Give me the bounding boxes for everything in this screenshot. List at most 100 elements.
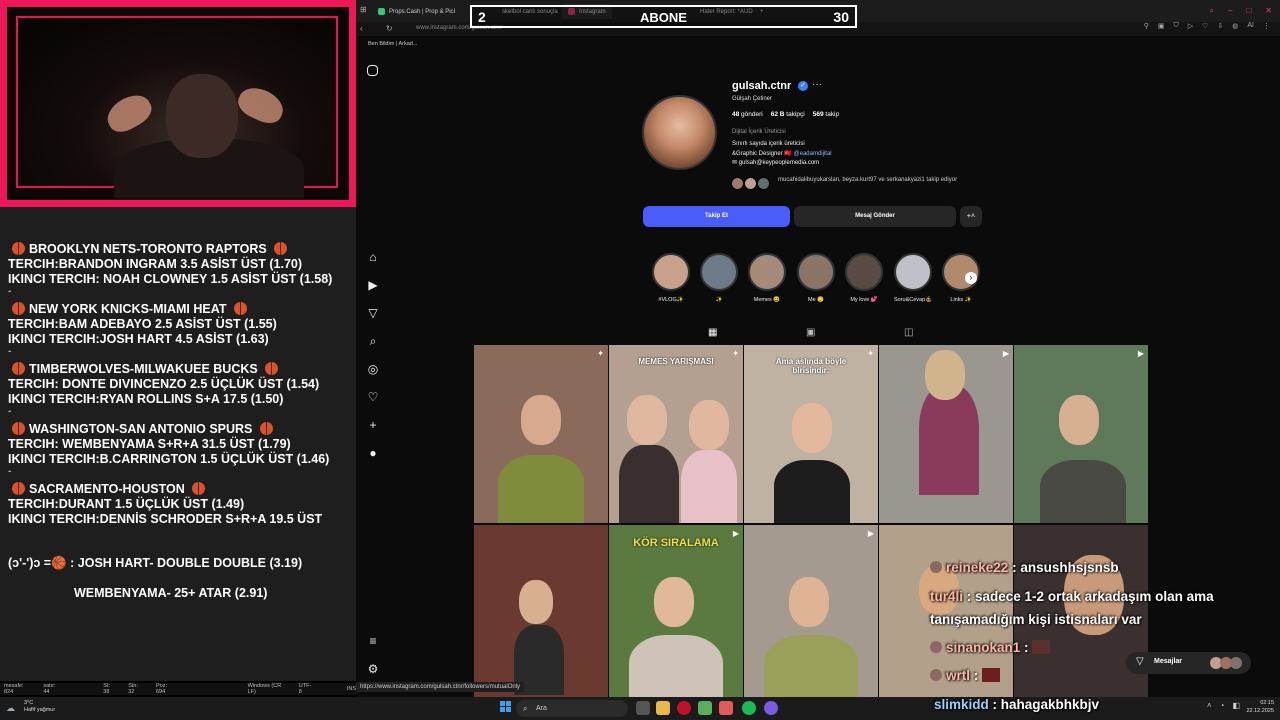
separator-dash: - (8, 286, 12, 297)
posts-count: 48 gönderi (732, 111, 763, 118)
post-thumbnail[interactable]: ✦ (474, 345, 608, 523)
tab-list-icon[interactable]: ⊞ (360, 5, 367, 14)
tray-chevron-icon[interactable]: ˄ (1207, 701, 1212, 710)
screenshot-icon[interactable]: ▣ (1158, 22, 1165, 30)
chat-message: wrtl : (930, 668, 1001, 683)
more-options-icon[interactable]: ··· (812, 79, 822, 90)
more-menu-icon[interactable]: ≡ (366, 634, 380, 648)
app-icon[interactable] (764, 701, 778, 715)
maximize-icon[interactable]: □ (1246, 6, 1251, 16)
play-icon[interactable]: ▷ (1188, 22, 1193, 30)
notifications-icon[interactable]: ♡ (366, 390, 380, 404)
network-icon[interactable]: ◔ (1220, 701, 1225, 710)
status-link-preview: https://www.instagram.com/gulsah.ctnr/fo… (356, 682, 525, 692)
bio-line: &Graphic Designer 🇹🇷 @eadamdijital (732, 151, 832, 157)
webcam-frame (0, 0, 356, 207)
post-figure (619, 445, 679, 523)
extension-icon[interactable]: ⚲ (1144, 22, 1149, 30)
pick-block: WASHINGTON-SAN ANTONIO SPURS TERCIH: WEM… (8, 422, 329, 477)
minimize-icon[interactable]: – (1228, 6, 1232, 16)
post-figure (789, 577, 829, 627)
highlight-item[interactable]: #VLOG✨ (651, 253, 691, 303)
notepad-icon[interactable] (698, 701, 712, 715)
ai-icon[interactable]: AI (1247, 22, 1254, 30)
post-thumbnail[interactable]: MEMES YARIŞMASI ✦ (609, 345, 743, 523)
weather-widget[interactable]: 3°C Hafif yağmur (24, 700, 55, 714)
file-explorer-icon[interactable] (656, 701, 670, 715)
followed-by-text[interactable]: mucahidalibuyukarslan, beyza.kurt97 ve s… (778, 176, 978, 184)
menu-icon[interactable]: ⋮ (1263, 22, 1270, 30)
close-icon[interactable]: ✕ (1265, 6, 1272, 16)
tagged-tab-icon[interactable]: ◫ (904, 327, 913, 338)
pinned-icon: ✦ (597, 349, 604, 358)
follow-button[interactable]: Takip Et (643, 206, 790, 227)
suggest-user-button[interactable]: +˄ (960, 206, 982, 227)
post-thumbnail[interactable]: ▶ (1014, 345, 1148, 523)
next-arrow-icon[interactable]: › (965, 272, 977, 284)
pick-line: TERCIH:BRANDON INGRAM 3.5 ASİST ÜST (1.7… (8, 257, 303, 271)
windows-start-icon[interactable] (500, 701, 512, 713)
threads-icon[interactable]: ⚙ (366, 662, 380, 676)
app-icon[interactable] (719, 701, 733, 715)
highlight-item[interactable]: Me 😌 (796, 253, 836, 303)
post-thumbnail[interactable]: Ama aslında böyle birisindir: ✦ (744, 345, 878, 523)
post-thumbnail[interactable]: ▶ (744, 525, 878, 703)
taskbar-search[interactable]: ⌕ Ara (516, 700, 628, 717)
direct-icon[interactable]: ▽ (366, 306, 380, 320)
editor-statusbar: mesafe: 824 satır: 44 St: 38 Stn: 32 Poz… (0, 683, 356, 695)
pick-line: TERCIH: DONTE DIVINCENZO 2.5 ÜÇLÜK ÜST (… (8, 377, 320, 391)
highlight-item[interactable]: My love 💕 (844, 253, 884, 303)
profile-avatar-icon[interactable]: ● (366, 446, 380, 460)
bio-link[interactable]: @eadamdijital (794, 151, 832, 157)
profile-avatar[interactable] (642, 95, 717, 170)
followers-count[interactable]: 62 B takipçi (771, 111, 805, 118)
tab-props-cash[interactable]: Props.Cash | Prop & Picl (372, 4, 461, 19)
reels-icon[interactable]: ▶ (366, 278, 380, 292)
posts-grid-tab-icon[interactable]: ▦ (708, 327, 717, 338)
pinned-icon: ✦ (732, 349, 739, 358)
pick-line: IKINCI TERCIH:B.CARRINGTON 1.5 ÜÇLÜK ÜST… (8, 452, 330, 466)
message-button[interactable]: Mesaj Gönder (794, 206, 956, 227)
special-pick-line: (ↄ'-')ↄ =🏀 : JOSH HART- DOUBLE DOUBLE (3… (8, 556, 303, 570)
basketball-icon (274, 242, 288, 255)
following-count[interactable]: 569 takip (813, 111, 839, 118)
post-figure (925, 350, 965, 400)
post-figure (764, 635, 858, 703)
downloads-icon[interactable]: ⇩ (1217, 22, 1223, 30)
chat-avatar (930, 561, 942, 573)
post-thumbnail[interactable] (474, 525, 608, 703)
post-figure (629, 635, 723, 703)
bookmark-item[interactable]: Ben Bildim | Arkad... (368, 41, 417, 47)
back-icon[interactable]: ‹ (360, 24, 363, 33)
highlight-item[interactable]: Memes 😆 (747, 253, 787, 303)
opera-browser-icon[interactable] (677, 701, 691, 715)
instagram-sidebar: ⌂ ▶ ▽ ⌕ ◎ ♡ + ● ≡ ⚙ (356, 50, 390, 682)
basketball-icon (259, 422, 273, 435)
search-icon[interactable]: ⌕ (366, 334, 380, 348)
post-thumbnail[interactable]: ▶ (879, 345, 1013, 523)
refresh-icon[interactable]: ↻ (386, 24, 393, 33)
highlight-item[interactable]: ✨ (699, 253, 739, 303)
clock[interactable]: 02:15 22.12.2025 (1246, 699, 1274, 715)
pick-line: IKINCI TERCIH:JOSH HART 4.5 ASİST (1.63) (8, 332, 269, 346)
explore-icon[interactable]: ◎ (366, 362, 380, 376)
shield-icon[interactable]: ⛉ (1173, 22, 1178, 30)
bookmark-icon[interactable]: ♡ (1202, 22, 1208, 30)
reels-tab-icon[interactable]: ▣ (806, 327, 815, 338)
messages-button[interactable]: ▽ Mesajlar (1126, 652, 1251, 674)
post-thumbnail[interactable]: KÖR SIRALAMA ▶ (609, 525, 743, 703)
bookmarks-bar: Ben Bildim | Arkad... (356, 38, 1280, 50)
create-icon[interactable]: + (366, 418, 380, 432)
chat-icon[interactable]: ◍ (1232, 22, 1238, 30)
basketball-icon (12, 362, 25, 375)
status-item: Poz: 694 (155, 683, 167, 695)
chat-message: slimkidd : hahagakbhkbjv (934, 697, 1100, 712)
highlight-item[interactable]: Soru&Cevap🤹 (893, 253, 933, 303)
task-view-icon[interactable] (636, 701, 650, 715)
spotify-icon[interactable] (742, 701, 756, 715)
volume-icon[interactable]: ◧ (1232, 701, 1240, 710)
status-item: Stn: 32 (128, 683, 139, 695)
instagram-logo-icon[interactable] (367, 65, 378, 76)
home-icon[interactable]: ⌂ (366, 250, 380, 264)
search-tabs-icon[interactable]: ⌕ (1210, 6, 1214, 16)
